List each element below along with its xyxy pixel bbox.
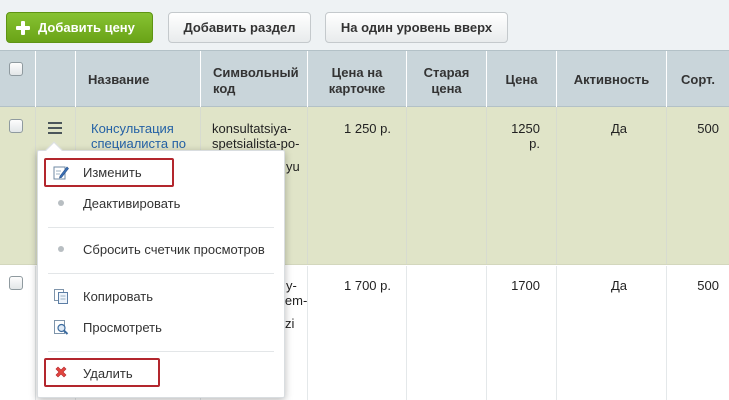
add-price-button[interactable]: Добавить цену bbox=[6, 12, 153, 43]
header-name[interactable]: Название bbox=[76, 51, 201, 107]
menu-item-reset-views[interactable]: Сбросить счетчик просмотров bbox=[38, 235, 284, 263]
table-header: Название Символьный код Цена на карточке… bbox=[0, 50, 729, 107]
add-price-label: Добавить цену bbox=[38, 20, 135, 35]
toolbar: Добавить цену Добавить раздел На один ур… bbox=[0, 0, 729, 50]
row-sort-cell: 500 bbox=[697, 121, 719, 136]
menu-separator bbox=[48, 227, 274, 228]
menu-item-deactivate[interactable]: Деактивировать bbox=[38, 189, 284, 217]
add-section-label: Добавить раздел bbox=[183, 20, 296, 35]
row-sort-cell: 500 bbox=[697, 278, 719, 293]
menu-separator bbox=[48, 351, 274, 352]
menu-item-delete[interactable]: Удалить bbox=[38, 359, 284, 387]
header-sort[interactable]: Сорт. bbox=[667, 51, 729, 107]
header-code[interactable]: Символьный код bbox=[201, 51, 308, 107]
pencil-edit-icon bbox=[53, 166, 69, 180]
add-section-button[interactable]: Добавить раздел bbox=[168, 12, 311, 43]
level-up-button[interactable]: На один уровень вверх bbox=[325, 12, 508, 43]
header-select-cell bbox=[0, 51, 36, 107]
row-card-price-cell: 1 700 р. bbox=[308, 266, 407, 400]
header-active[interactable]: Активность bbox=[557, 51, 667, 107]
row-checkbox[interactable] bbox=[9, 119, 23, 133]
header-card-price[interactable]: Цена на карточке bbox=[308, 51, 407, 107]
red-x-delete-icon bbox=[55, 366, 67, 378]
level-up-label: На один уровень вверх bbox=[340, 20, 493, 35]
magnifier-view-icon bbox=[54, 320, 69, 335]
menu-item-edit[interactable]: Изменить bbox=[38, 158, 284, 186]
row-price-cell: 1250 р. bbox=[487, 107, 557, 264]
row-select-cell bbox=[0, 266, 36, 400]
header-actions-cell bbox=[36, 51, 76, 107]
bullet-icon bbox=[58, 246, 64, 252]
hamburger-menu-icon[interactable] bbox=[48, 122, 62, 134]
select-all-checkbox[interactable] bbox=[9, 62, 23, 76]
row-old-price-cell bbox=[407, 107, 487, 264]
row-price-cell: 1700 bbox=[487, 266, 557, 400]
bullet-icon bbox=[58, 200, 64, 206]
copy-documents-icon bbox=[54, 289, 68, 304]
row-card-price-cell: 1 250 р. bbox=[308, 107, 407, 264]
row-select-cell bbox=[0, 107, 36, 264]
plus-icon bbox=[16, 20, 30, 35]
header-price[interactable]: Цена bbox=[487, 51, 557, 107]
header-old-price[interactable]: Старая цена bbox=[407, 51, 487, 107]
row-name-link[interactable]: Консультация специалиста по bbox=[91, 121, 186, 151]
row-checkbox[interactable] bbox=[9, 276, 23, 290]
row-old-price-cell bbox=[407, 266, 487, 400]
row-active-cell: Да bbox=[557, 266, 667, 400]
menu-item-view[interactable]: Просмотреть bbox=[38, 313, 284, 341]
row-active-cell: Да bbox=[557, 107, 667, 264]
row-context-menu: Изменить Деактивировать Сбросить счетчик… bbox=[37, 141, 285, 398]
menu-item-copy[interactable]: Копировать bbox=[38, 282, 284, 310]
menu-separator bbox=[48, 273, 274, 274]
